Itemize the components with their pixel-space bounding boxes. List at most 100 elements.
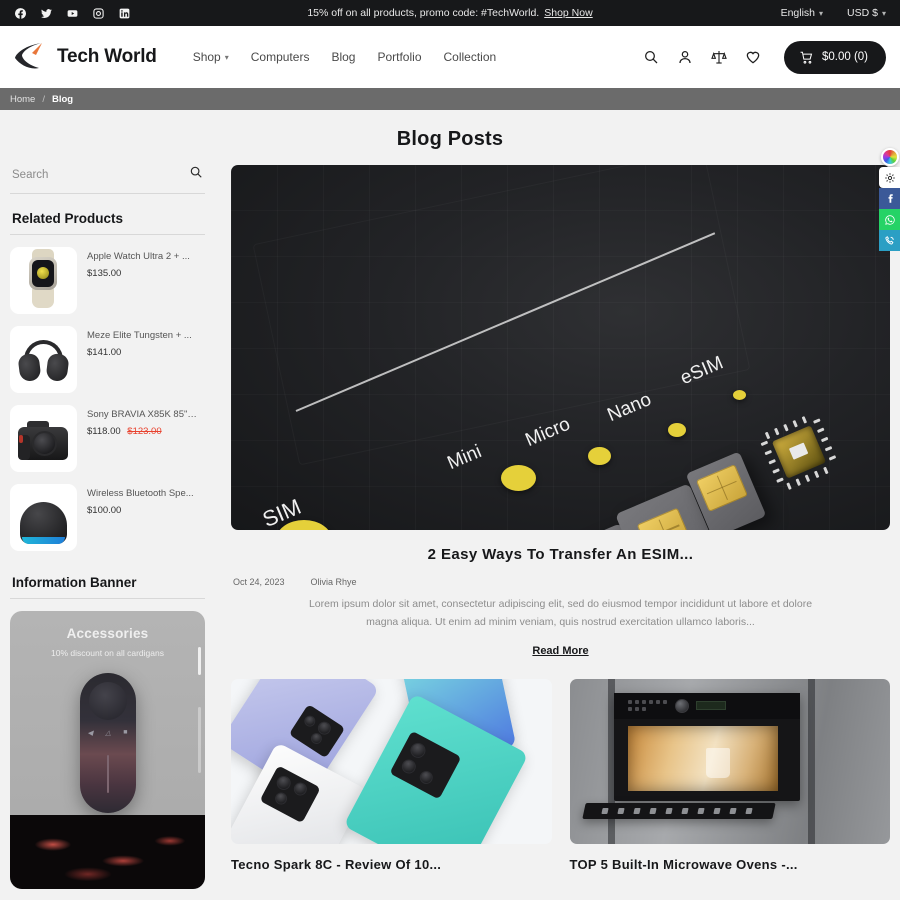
post-card[interactable]: Tecno Spark 8C - Review Of 10... — [231, 678, 552, 872]
nav-label: Shop — [192, 50, 221, 64]
related-products-title: Related Products — [12, 211, 124, 226]
product-price: $141.00 — [87, 347, 192, 358]
breadcrumb-separator: / — [42, 93, 45, 105]
cart-total: $0.00 (0) — [821, 51, 868, 63]
account-icon[interactable] — [676, 48, 694, 66]
list-item[interactable]: Apple Watch Ultra 2 + ... $135.00 — [10, 241, 205, 320]
banner-scroll-indicator[interactable] — [198, 647, 201, 675]
product-price: $118.00 $123.00 — [87, 426, 199, 437]
product-thumbnail — [10, 247, 77, 314]
product-name: Meze Elite Tungsten + ... — [87, 330, 192, 341]
logo-mark-icon — [12, 41, 48, 73]
settings-gear-icon[interactable] — [879, 167, 900, 188]
post-card-image — [569, 678, 890, 844]
price-current: $100.00 — [87, 504, 122, 516]
breadcrumb: Home / Blog — [0, 88, 900, 110]
chevron-down-icon: ▾ — [881, 8, 886, 18]
social-links — [14, 7, 131, 20]
banner-fabric-image — [10, 815, 205, 889]
timeline-node-esim — [733, 390, 746, 400]
post-excerpt: Lorem ipsum dolor sit amet, consectetur … — [308, 598, 813, 629]
nav-label: Blog — [331, 50, 356, 64]
list-item[interactable]: Sony BRAVIA X85K 85" L... $118.00 $123.0… — [10, 399, 205, 478]
featured-post-image[interactable]: SIM Mini Micro Nano eSIM — [231, 165, 890, 530]
brand-logo[interactable]: Tech World — [12, 41, 157, 73]
shop-now-link[interactable]: Shop Now — [544, 7, 592, 19]
banner-subheading: 10% discount on all cardigans — [51, 648, 164, 658]
product-name: Wireless Bluetooth Spe... — [87, 488, 194, 499]
facebook-share-icon[interactable] — [879, 188, 900, 209]
breadcrumb-home[interactable]: Home — [10, 94, 35, 105]
chevron-down-icon: ▾ — [819, 8, 824, 18]
nav-item-portfolio[interactable]: Portfolio — [377, 50, 421, 64]
product-thumbnail — [10, 484, 77, 551]
product-thumbnail — [10, 405, 77, 472]
promo-message: 15% off on all products, promo code: #Te… — [0, 7, 900, 19]
divider — [10, 598, 205, 599]
compare-icon[interactable] — [710, 48, 728, 66]
cart-button[interactable]: $0.00 (0) — [783, 40, 886, 74]
banner-heading: Accessories — [66, 626, 149, 641]
nav-item-computers[interactable]: Computers — [251, 50, 310, 64]
search-input[interactable] — [12, 168, 189, 181]
banner-scroll-track[interactable] — [198, 707, 201, 773]
timeline-node-micro — [588, 447, 611, 465]
currency-selector[interactable]: USD $ ▾ — [847, 7, 886, 19]
list-item[interactable]: Wireless Bluetooth Spe... $100.00 — [10, 478, 205, 557]
sidebar-search[interactable] — [10, 165, 205, 194]
twitter-icon[interactable] — [40, 7, 53, 20]
chevron-down-icon: ▾ — [224, 52, 229, 62]
price-current: $118.00 — [87, 425, 121, 437]
list-item[interactable]: Meze Elite Tungsten + ... $141.00 — [10, 320, 205, 399]
product-name: Sony BRAVIA X85K 85" L... — [87, 409, 199, 420]
price-current: $135.00 — [87, 267, 122, 279]
color-wheel-icon[interactable] — [879, 146, 900, 167]
product-price: $135.00 — [87, 268, 190, 279]
information-banner-title: Information Banner — [12, 575, 137, 590]
linkedin-icon[interactable] — [118, 7, 131, 20]
information-banner[interactable]: Accessories 10% discount on all cardigan… — [10, 611, 205, 889]
search-icon[interactable] — [642, 48, 660, 66]
brand-name: Tech World — [57, 46, 157, 67]
main-content: SIM Mini Micro Nano eSIM 2 Easy Ways To … — [231, 165, 890, 889]
post-card-title[interactable]: Tecno Spark 8C - Review Of 10... — [231, 857, 552, 872]
breadcrumb-current: Blog — [51, 93, 74, 105]
whatsapp-share-icon[interactable] — [879, 209, 900, 230]
featured-post-title[interactable]: 2 Easy Ways To Transfer An ESIM... — [231, 546, 890, 563]
nav-item-blog[interactable]: Blog — [331, 50, 355, 64]
post-grid: Tecno Spark 8C - Review Of 10... TOP 5 B… — [231, 678, 891, 872]
floating-toolbar — [879, 146, 900, 251]
post-card-title[interactable]: TOP 5 Built-In Microwave Ovens -... — [570, 857, 891, 872]
price-current: $141.00 — [87, 346, 122, 358]
post-card-image — [231, 678, 552, 844]
post-meta: Oct 24, 2023 Olivia Rhye — [231, 577, 890, 587]
nav-label: Collection — [443, 50, 497, 64]
language-label: English — [780, 7, 816, 19]
divider — [10, 234, 205, 235]
read-more-link[interactable]: Read More — [231, 645, 890, 657]
product-price: $100.00 — [87, 505, 194, 516]
page-title: Blog Posts — [396, 128, 504, 150]
nav-label: Portfolio — [377, 50, 422, 64]
nav-item-shop[interactable]: Shop ▾ — [193, 50, 229, 64]
instagram-icon[interactable] — [92, 7, 105, 20]
nav-item-collection[interactable]: Collection — [444, 50, 497, 64]
header-actions: $0.00 (0) — [642, 40, 886, 74]
cart-icon — [800, 51, 813, 64]
wishlist-icon[interactable] — [744, 48, 762, 66]
timeline-node-mini — [501, 465, 536, 491]
facebook-icon[interactable] — [14, 7, 27, 20]
announcement-bar: 15% off on all products, promo code: #Te… — [0, 0, 900, 26]
post-card[interactable]: TOP 5 Built-In Microwave Ovens -... — [569, 678, 891, 872]
post-author: Olivia Rhye — [310, 577, 357, 587]
language-selector[interactable]: English ▾ — [781, 7, 823, 19]
price-original: $123.00 — [127, 425, 162, 437]
site-header: Tech World Shop ▾ Computers Blog Portfol… — [0, 26, 900, 88]
nav-label: Computers — [250, 50, 310, 64]
main-nav: Shop ▾ Computers Blog Portfolio Collecti… — [193, 50, 497, 64]
viber-call-icon[interactable] — [879, 230, 900, 251]
promo-text: 15% off on all products, promo code: #Te… — [307, 7, 540, 19]
currency-label: USD $ — [847, 7, 878, 19]
search-icon[interactable] — [189, 165, 203, 184]
youtube-icon[interactable] — [66, 7, 79, 20]
